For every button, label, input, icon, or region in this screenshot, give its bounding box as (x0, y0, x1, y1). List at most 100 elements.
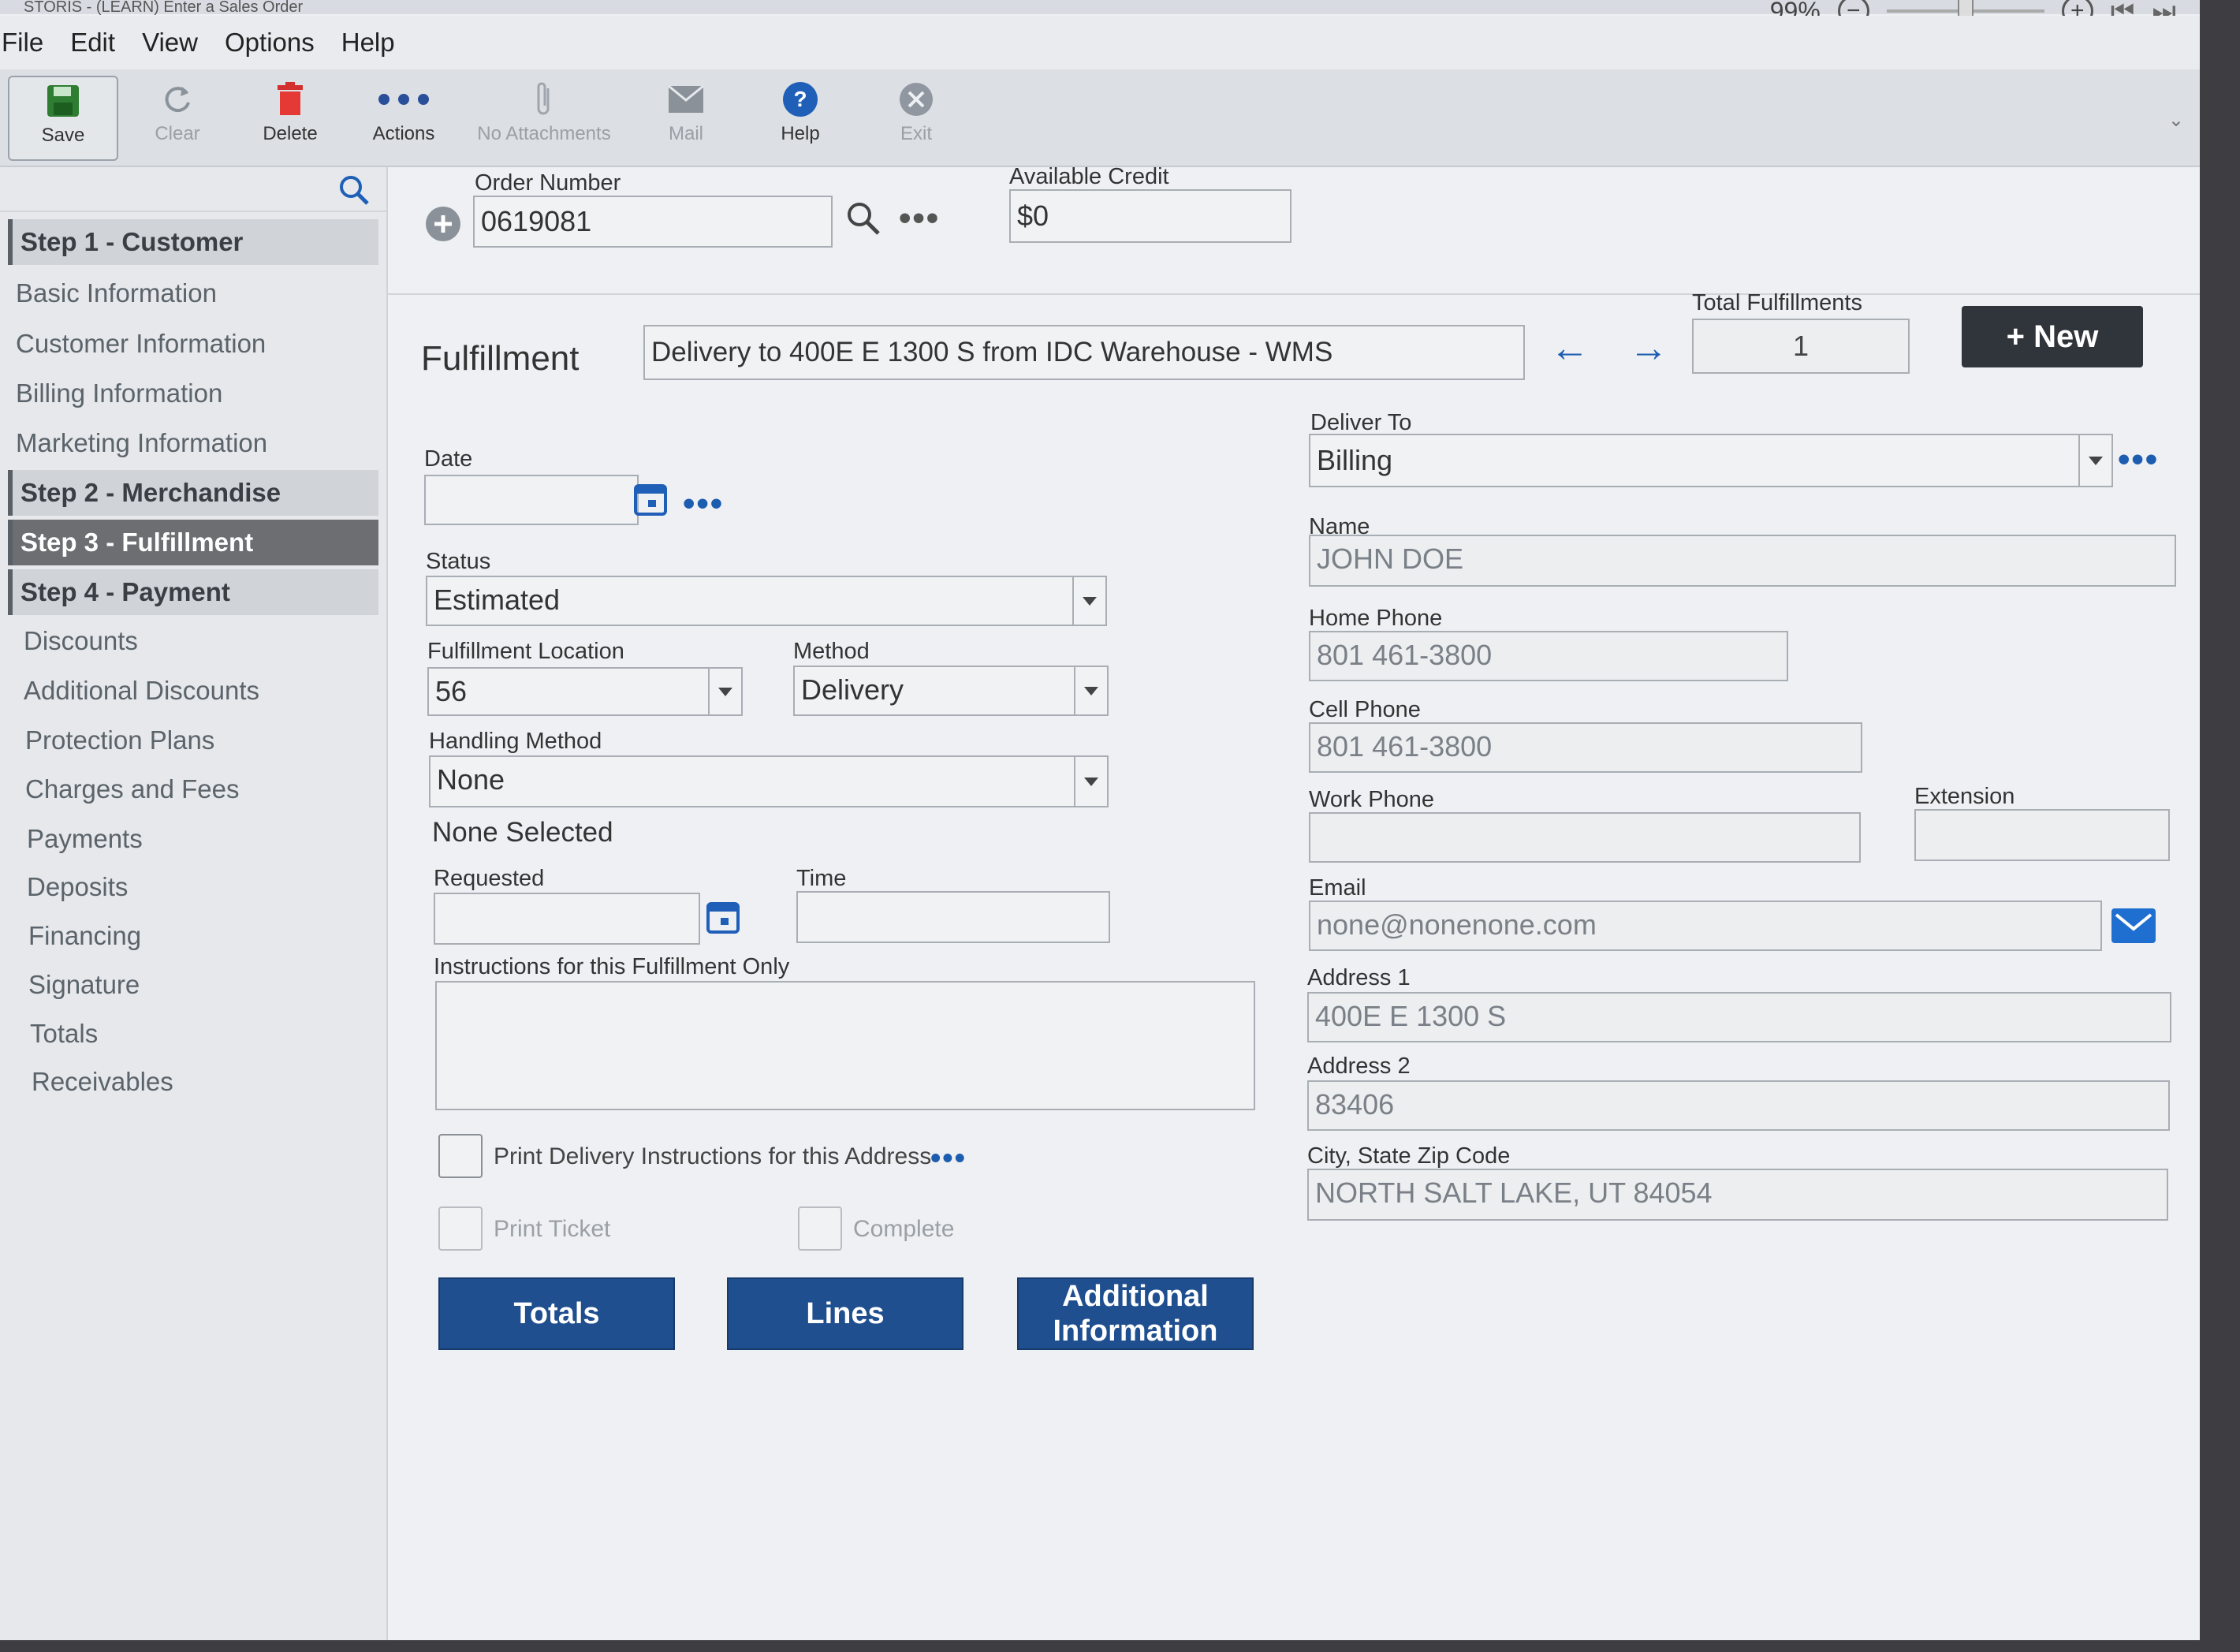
sidebar-item-billing-information[interactable]: Billing Information (8, 371, 378, 416)
method-select[interactable]: Delivery (793, 666, 1109, 716)
chevron-down-icon[interactable] (1072, 577, 1105, 625)
sidebar-item-charges-and-fees[interactable]: Charges and Fees (17, 766, 388, 812)
handling-method-select[interactable]: None (429, 755, 1109, 807)
print-ticket-checkbox[interactable] (438, 1206, 483, 1251)
handling-none-selected-text: None Selected (432, 817, 613, 848)
sidebar-step-customer[interactable]: Step 1 - Customer (8, 219, 378, 265)
email-field[interactable]: none@nonenone.com (1309, 901, 2102, 951)
deliver-to-label: Deliver To (1310, 410, 1412, 435)
sidebar-item-marketing-information[interactable]: Marketing Information (8, 420, 378, 466)
sidebar-item-deposits[interactable]: Deposits (19, 864, 389, 910)
sidebar-item-receivables[interactable]: Receivables (24, 1059, 394, 1105)
help-button[interactable]: ? Help (745, 76, 855, 161)
save-button[interactable]: Save (8, 76, 118, 161)
requested-calendar-icon[interactable] (706, 899, 740, 938)
zoom-slider[interactable] (1886, 0, 2044, 25)
menu-file[interactable]: File (2, 28, 43, 58)
city-state-zip-field[interactable]: NORTH SALT LAKE, UT 84054 (1307, 1169, 2168, 1221)
calendar-icon[interactable] (634, 481, 667, 520)
sidebar-item-totals[interactable]: Totals (22, 1011, 393, 1057)
order-search-icon[interactable] (845, 200, 881, 241)
lines-button[interactable]: Lines (727, 1277, 963, 1350)
status-select[interactable]: Estimated (426, 576, 1107, 626)
window-title: STORIS - (LEARN) Enter a Sales Order (24, 0, 304, 16)
work-phone-field[interactable] (1309, 812, 1861, 863)
sidebar-item-financing[interactable]: Financing (20, 913, 391, 959)
email-label: Email (1309, 875, 1366, 901)
previous-fulfillment-arrow-icon[interactable]: ← (1550, 325, 1590, 371)
attachments-button[interactable]: No Attachments (465, 76, 623, 161)
sidebar-item-payments[interactable]: Payments (19, 816, 389, 862)
actions-button[interactable]: Actions (348, 76, 459, 161)
fulfillment-title: Fulfillment (421, 339, 580, 378)
total-fulfillments-field: 1 (1692, 319, 1910, 374)
toolbar-overflow-icon[interactable]: ⌄ (2168, 109, 2184, 132)
home-phone-label: Home Phone (1309, 606, 1443, 631)
extension-label: Extension (1914, 784, 2015, 809)
date-label: Date (424, 446, 473, 472)
sidebar-item-signature[interactable]: Signature (20, 962, 391, 1008)
sidebar-item-customer-information[interactable]: Customer Information (8, 321, 378, 367)
help-icon: ? (745, 76, 855, 123)
mail-icon (631, 76, 741, 123)
trash-icon (235, 76, 345, 123)
order-more-icon[interactable]: ••• (899, 201, 940, 236)
instructions-textarea[interactable] (435, 981, 1255, 1110)
additional-information-button[interactable]: Additional Information (1017, 1277, 1254, 1350)
name-field[interactable]: JOHN DOE (1309, 535, 2176, 587)
complete-label: Complete (853, 1216, 955, 1242)
sidebar-item-discounts[interactable]: Discounts (16, 618, 386, 664)
menu-bar: File Edit View Options Help (0, 16, 2200, 69)
menu-edit[interactable]: Edit (70, 28, 115, 58)
menu-view[interactable]: View (142, 28, 198, 58)
complete-checkbox[interactable] (798, 1206, 842, 1251)
chevron-down-icon[interactable] (708, 669, 741, 714)
svg-text:?: ? (793, 87, 807, 111)
address1-field[interactable]: 400E E 1300 S (1307, 992, 2171, 1042)
order-number-input[interactable]: 0619081 (473, 196, 833, 248)
time-input[interactable] (796, 891, 1110, 943)
send-email-icon[interactable] (2111, 908, 2156, 947)
delete-button[interactable]: Delete (235, 76, 345, 161)
fulfillment-location-select[interactable]: 56 (427, 667, 743, 716)
deliver-to-select[interactable]: Billing (1309, 434, 2113, 487)
requested-label: Requested (434, 866, 545, 891)
sidebar: Step 1 - Customer Basic Information Cust… (0, 167, 388, 1640)
sidebar-item-basic-information[interactable]: Basic Information (8, 270, 378, 316)
address2-label: Address 2 (1307, 1053, 1411, 1079)
method-label: Method (793, 639, 870, 664)
chevron-down-icon[interactable] (1074, 667, 1107, 714)
chevron-down-icon[interactable] (2078, 435, 2111, 486)
sidebar-step-payment[interactable]: Step 4 - Payment (8, 569, 378, 615)
sidebar-item-additional-discounts[interactable]: Additional Discounts (16, 668, 386, 714)
date-input[interactable] (424, 475, 639, 525)
search-icon[interactable] (337, 173, 371, 211)
home-phone-field[interactable]: 801 461-3800 (1309, 631, 1788, 681)
add-order-icon[interactable] (424, 205, 462, 247)
chevron-down-icon[interactable] (1074, 757, 1107, 806)
exit-button[interactable]: Exit (861, 76, 971, 161)
more-dots-icon (348, 76, 459, 123)
cell-phone-field[interactable]: 801 461-3800 (1309, 722, 1862, 773)
sidebar-step-merchandise[interactable]: Step 2 - Merchandise (8, 470, 378, 516)
next-fulfillment-arrow-icon[interactable]: → (1629, 325, 1668, 371)
sidebar-step-fulfillment[interactable]: Step 3 - Fulfillment (8, 520, 378, 565)
deliver-to-more-icon[interactable]: ••• (2118, 442, 2159, 477)
date-more-icon[interactable]: ••• (683, 487, 724, 521)
fulfillment-description-input[interactable]: Delivery to 400E E 1300 S from IDC Wareh… (643, 325, 1525, 380)
menu-help[interactable]: Help (341, 28, 395, 58)
totals-button[interactable]: Totals (438, 1277, 675, 1350)
extension-field[interactable] (1914, 809, 2170, 861)
clear-button[interactable]: Clear (122, 76, 233, 161)
menu-options[interactable]: Options (225, 28, 315, 58)
mail-button[interactable]: Mail (631, 76, 741, 161)
refresh-icon (122, 76, 233, 123)
sidebar-item-protection-plans[interactable]: Protection Plans (17, 718, 388, 763)
instructions-label: Instructions for this Fulfillment Only (434, 954, 790, 979)
cell-phone-label: Cell Phone (1309, 697, 1421, 722)
requested-date-input[interactable] (434, 893, 700, 945)
address2-field[interactable]: 83406 (1307, 1080, 2170, 1131)
new-fulfillment-button[interactable]: + New (1962, 306, 2143, 367)
print-delivery-instructions-checkbox[interactable] (438, 1134, 483, 1178)
print-delivery-more-icon[interactable]: ••• (930, 1143, 967, 1173)
